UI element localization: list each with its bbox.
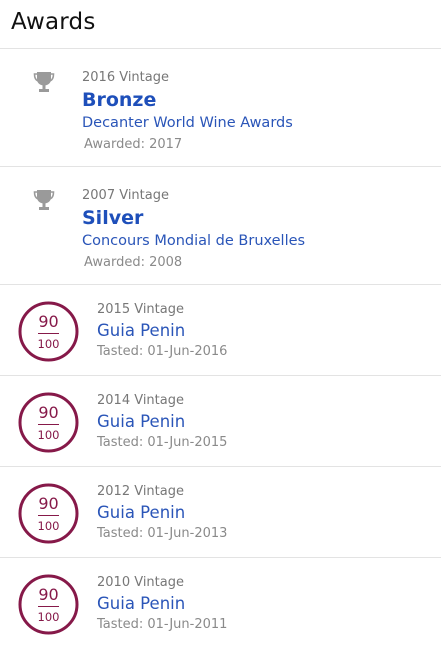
trophy-icon <box>33 72 55 92</box>
score-divider <box>38 515 59 516</box>
score-badge: 90 100 <box>18 301 79 362</box>
award-medal: Bronze <box>82 89 157 111</box>
award-competition-link[interactable]: Concours Mondial de Bruxelles <box>82 233 305 249</box>
score-ring <box>18 574 79 635</box>
award-vintage: 2016 Vintage <box>82 70 169 85</box>
trophy-icon <box>33 190 55 210</box>
award-medal: Silver <box>82 207 144 229</box>
award-competition-link[interactable]: Decanter World Wine Awards <box>82 115 293 131</box>
critic-link[interactable]: Guia Penin <box>97 321 185 340</box>
score-divider <box>38 606 59 607</box>
tasted-date: Tasted: 01-Jun-2015 <box>97 435 228 450</box>
awards-header: Awards <box>0 0 441 49</box>
score-value: 90 <box>38 585 59 604</box>
score-row: 90 100 2014 Vintage Guia Penin Tasted: 0… <box>0 376 441 467</box>
score-badge: 90 100 <box>18 483 79 544</box>
critic-link[interactable]: Guia Penin <box>97 503 185 522</box>
score-value: 90 <box>38 494 59 513</box>
score-row: 90 100 2012 Vintage Guia Penin Tasted: 0… <box>0 467 441 558</box>
tasted-date: Tasted: 01-Jun-2011 <box>97 617 228 632</box>
score-max: 100 <box>37 610 60 624</box>
score-vintage: 2012 Vintage <box>97 484 184 499</box>
critic-link[interactable]: Guia Penin <box>97 412 185 431</box>
award-row: 2016 Vintage Bronze Decanter World Wine … <box>0 49 441 167</box>
score-ring <box>18 483 79 544</box>
award-year: Awarded: 2008 <box>84 255 183 270</box>
award-row: 2007 Vintage Silver Concours Mondial de … <box>0 167 441 285</box>
score-badge: 90 100 <box>18 574 79 635</box>
tasted-date: Tasted: 01-Jun-2013 <box>97 526 228 541</box>
award-vintage: 2007 Vintage <box>82 188 169 203</box>
score-max: 100 <box>37 428 60 442</box>
score-divider <box>38 424 59 425</box>
score-ring <box>18 392 79 453</box>
score-ring <box>18 301 79 362</box>
page-title: Awards <box>11 9 96 35</box>
score-row: 90 100 2015 Vintage Guia Penin Tasted: 0… <box>0 285 441 376</box>
score-row: 90 100 2010 Vintage Guia Penin Tasted: 0… <box>0 558 441 648</box>
score-vintage: 2010 Vintage <box>97 575 184 590</box>
score-max: 100 <box>37 337 60 351</box>
score-vintage: 2015 Vintage <box>97 302 184 317</box>
score-vintage: 2014 Vintage <box>97 393 184 408</box>
score-value: 90 <box>38 403 59 422</box>
critic-link[interactable]: Guia Penin <box>97 594 185 613</box>
score-badge: 90 100 <box>18 392 79 453</box>
award-year: Awarded: 2017 <box>84 137 183 152</box>
score-max: 100 <box>37 519 60 533</box>
score-value: 90 <box>38 312 59 331</box>
score-divider <box>38 333 59 334</box>
tasted-date: Tasted: 01-Jun-2016 <box>97 344 228 359</box>
